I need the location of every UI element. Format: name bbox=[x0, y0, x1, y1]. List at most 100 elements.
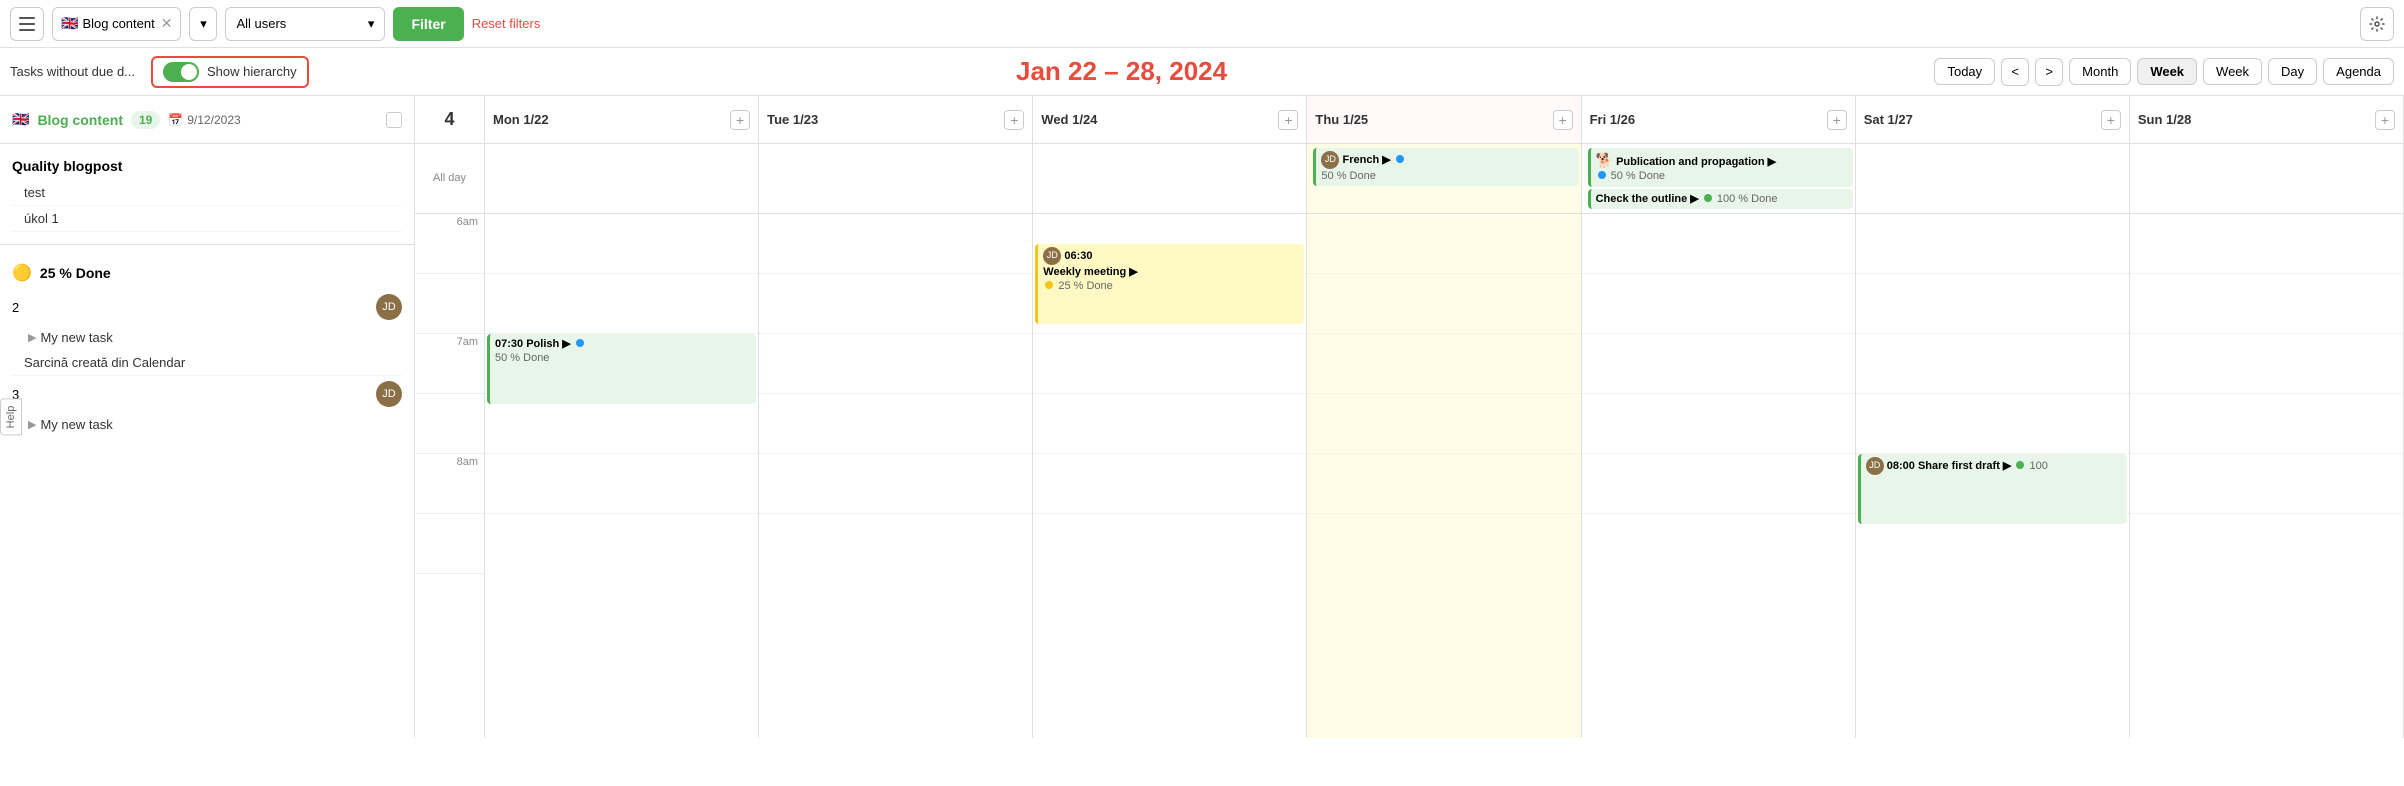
help-tab[interactable]: Help bbox=[0, 399, 22, 436]
time-cell bbox=[485, 274, 758, 334]
time-cell bbox=[1307, 274, 1580, 334]
hamburger-button[interactable] bbox=[10, 7, 44, 41]
time-grid: 6am 7am 8am 07:30 Polish ▶ bbox=[415, 214, 2404, 738]
add-event-mon-button[interactable]: + bbox=[730, 110, 750, 130]
week2-view-button[interactable]: Week bbox=[2203, 58, 2262, 85]
time-slot-8am: 8am bbox=[415, 454, 484, 514]
month-view-button[interactable]: Month bbox=[2069, 58, 2131, 85]
add-event-tue-button[interactable]: + bbox=[1004, 110, 1024, 130]
time-cell bbox=[485, 454, 758, 514]
event-publication[interactable]: 🐕 Publication and propagation ▶ 50 % Don… bbox=[1588, 148, 1853, 187]
day-header-sun[interactable]: Sun 1/28 + bbox=[2130, 96, 2404, 143]
day-header-sat[interactable]: Sat 1/27 + bbox=[1856, 96, 2130, 143]
event-check-outline[interactable]: Check the outline ▶ 100 % Done bbox=[1588, 189, 1853, 209]
list-item[interactable]: test bbox=[12, 180, 402, 206]
allday-cell-wed bbox=[1033, 144, 1307, 213]
chevron-right-icon: ▶ bbox=[28, 331, 36, 344]
event-time: 08:00 bbox=[1887, 460, 1915, 472]
day-col-thu bbox=[1307, 214, 1581, 738]
allday-cell-sat bbox=[1856, 144, 2130, 213]
time-cell bbox=[759, 274, 1032, 334]
task-group-quality-header[interactable]: Quality blogpost bbox=[12, 152, 402, 180]
users-dropdown[interactable]: All users ▾ bbox=[225, 7, 385, 41]
time-cell bbox=[1307, 514, 1580, 574]
main-content: Help 🇬🇧 Blog content 19 📅 9/12/2023 Qual… bbox=[0, 96, 2404, 738]
time-cell bbox=[1856, 274, 2129, 334]
filter-tag-close-icon[interactable]: ✕ bbox=[161, 15, 173, 32]
list-item[interactable]: 3 JD bbox=[12, 376, 402, 412]
today-button[interactable]: Today bbox=[1934, 58, 1995, 85]
person-avatar-icon: JD bbox=[1043, 247, 1061, 265]
event-title: Polish ▶ bbox=[526, 338, 574, 350]
time-cell bbox=[1582, 454, 1855, 514]
filter-tag-dropdown[interactable]: ▾ bbox=[189, 7, 217, 41]
time-cell bbox=[2130, 214, 2403, 274]
event-status: 100 bbox=[2030, 460, 2048, 472]
blue-dot-icon bbox=[1396, 155, 1404, 163]
day-col-sat: JD 08:00 Share first draft ▶ 100 bbox=[1856, 214, 2130, 738]
time-cell bbox=[2130, 514, 2403, 574]
task-group-25-done-header[interactable]: 🟡 25 % Done bbox=[12, 257, 402, 289]
day-header-mon[interactable]: Mon 1/22 + bbox=[485, 96, 759, 143]
chevron-down-icon: ▾ bbox=[368, 16, 375, 32]
settings-button[interactable] bbox=[2360, 7, 2394, 41]
add-event-thu-button[interactable]: + bbox=[1553, 110, 1573, 130]
day-header-fri[interactable]: Fri 1/26 + bbox=[1582, 96, 1856, 143]
event-french[interactable]: JD French ▶ 50 % Done bbox=[1313, 148, 1578, 186]
project-header: 🇬🇧 Blog content 19 📅 9/12/2023 bbox=[0, 96, 414, 144]
reset-filters-link[interactable]: Reset filters bbox=[472, 16, 541, 31]
add-event-sat-button[interactable]: + bbox=[2101, 110, 2121, 130]
time-cell bbox=[1856, 394, 2129, 454]
time-cell bbox=[1856, 514, 2129, 574]
list-item[interactable]: ▶ My new task bbox=[12, 325, 402, 350]
list-item[interactable]: ▶ My new task bbox=[12, 412, 402, 437]
avatar: JD bbox=[376, 381, 402, 407]
event-status: 100 % Done bbox=[1717, 193, 1778, 205]
project-checkbox[interactable] bbox=[386, 112, 402, 128]
day-view-button[interactable]: Day bbox=[2268, 58, 2317, 85]
event-time: 06:30 bbox=[1064, 250, 1092, 262]
day-header-tue[interactable]: Tue 1/23 + bbox=[759, 96, 1033, 143]
prev-nav-button[interactable]: < bbox=[2001, 58, 2029, 86]
time-labels: 6am 7am 8am bbox=[415, 214, 485, 738]
blue-dot-icon bbox=[576, 339, 584, 347]
main-toolbar: 🇬🇧 Blog content ✕ ▾ All users ▾ Filter R… bbox=[0, 0, 2404, 48]
event-title: Publication and propagation ▶ bbox=[1616, 156, 1776, 168]
time-cell bbox=[759, 394, 1032, 454]
list-item[interactable]: Sarcină creată din Calendar bbox=[12, 350, 402, 376]
next-nav-button[interactable]: > bbox=[2035, 58, 2063, 86]
task-group-25-done: 🟡 25 % Done 2 JD ▶ My new task Sarcină c… bbox=[0, 249, 414, 445]
day-header-thu[interactable]: Thu 1/25 + bbox=[1307, 96, 1581, 143]
agenda-view-button[interactable]: Agenda bbox=[2323, 58, 2394, 85]
add-event-wed-button[interactable]: + bbox=[1278, 110, 1298, 130]
project-name[interactable]: Blog content bbox=[37, 112, 123, 128]
task-group-quality: Quality blogpost test úkol 1 bbox=[0, 144, 414, 240]
add-event-fri-button[interactable]: + bbox=[1827, 110, 1847, 130]
event-time: 07:30 bbox=[495, 338, 523, 350]
add-event-sun-button[interactable]: + bbox=[2375, 110, 2395, 130]
green-dot-icon bbox=[2016, 461, 2024, 469]
filter-tag-blog-content[interactable]: 🇬🇧 Blog content ✕ bbox=[52, 7, 181, 41]
filter-tag-label: Blog content bbox=[82, 16, 154, 31]
list-item[interactable]: úkol 1 bbox=[12, 206, 402, 232]
task-child-label: My new task bbox=[40, 330, 112, 345]
day-header-wed[interactable]: Wed 1/24 + bbox=[1033, 96, 1307, 143]
time-cell bbox=[1307, 214, 1580, 274]
calendar-area: 4 Mon 1/22 + Tue 1/23 + Wed 1/24 + Thu 1… bbox=[415, 96, 2404, 738]
event-status: 50 % Done bbox=[495, 352, 549, 364]
day-col-sun bbox=[2130, 214, 2404, 738]
hamburger-icon bbox=[19, 17, 35, 31]
task-group-quality-title: Quality blogpost bbox=[12, 158, 122, 174]
show-hierarchy-toggle[interactable] bbox=[163, 62, 199, 82]
nav-controls: Today < > Month Week Week Day Agenda bbox=[1934, 58, 2394, 86]
person-avatar-icon: JD bbox=[1866, 457, 1884, 475]
time-slot-730 bbox=[415, 394, 484, 454]
filter-button[interactable]: Filter bbox=[393, 7, 463, 41]
time-cell: 07:30 Polish ▶ 50 % Done bbox=[485, 334, 758, 394]
sub-toolbar: Tasks without due d... Show hierarchy Ja… bbox=[0, 48, 2404, 96]
task-count-badge: 19 bbox=[131, 111, 160, 129]
day-label: Tue 1/23 bbox=[767, 112, 818, 127]
time-cell bbox=[759, 514, 1032, 574]
list-item[interactable]: 2 JD bbox=[12, 289, 402, 325]
week-view-button[interactable]: Week bbox=[2137, 58, 2197, 85]
